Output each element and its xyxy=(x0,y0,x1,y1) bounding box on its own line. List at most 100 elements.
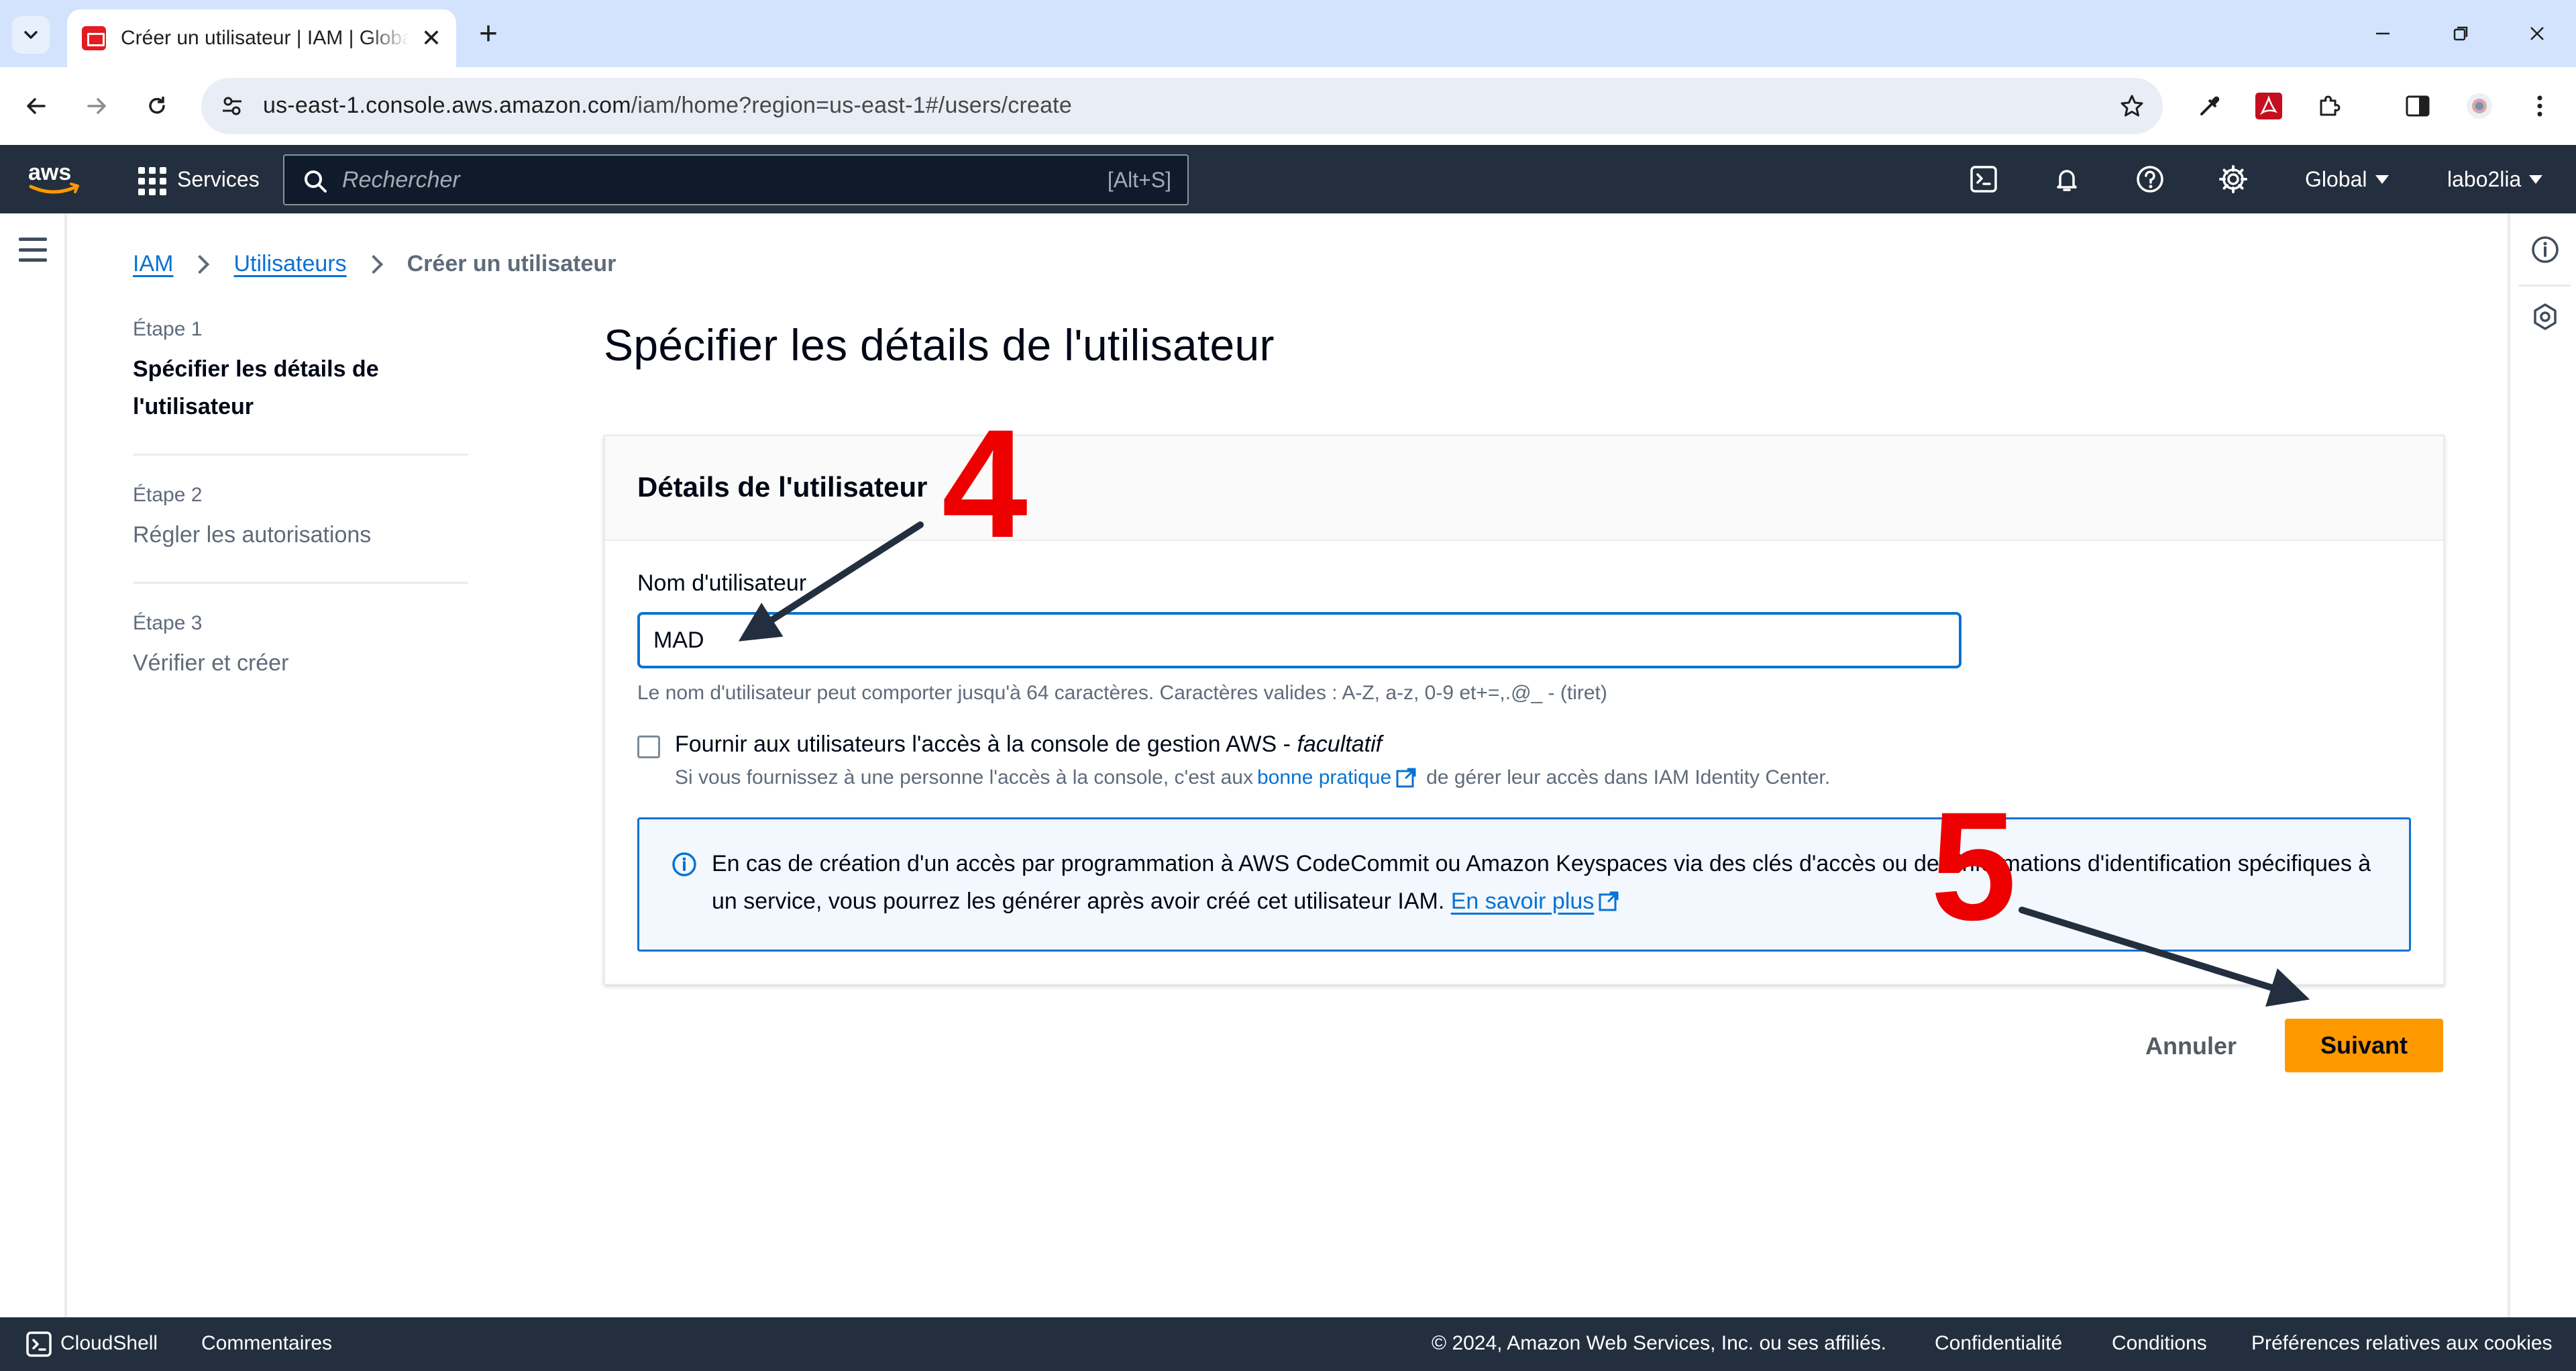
footer-privacy-link[interactable]: Confidentialité xyxy=(1935,1332,2062,1355)
breadcrumb-iam-link[interactable]: IAM xyxy=(133,251,173,277)
breadcrumb-current: Créer un utilisateur xyxy=(407,251,616,276)
notifications-bell-icon[interactable] xyxy=(2050,162,2084,196)
site-settings-icon[interactable] xyxy=(216,90,248,122)
search-icon xyxy=(305,170,327,193)
back-button[interactable] xyxy=(15,85,58,128)
footer-feedback-link[interactable]: Commentaires xyxy=(201,1332,332,1355)
search-shortcut-hint: [Alt+S] xyxy=(1107,168,1171,192)
region-label: Global xyxy=(2305,166,2367,191)
aws-logo-text: aws xyxy=(28,160,71,185)
close-window-button[interactable] xyxy=(2517,15,2557,52)
rail-divider xyxy=(2518,285,2571,287)
step-label: Étape 2 xyxy=(133,484,203,506)
user-details-container: Détails de l'utilisateur Nom d'utilisate… xyxy=(604,435,2445,985)
feedback-hexagon-icon[interactable] xyxy=(2529,301,2561,333)
iam-favicon-icon xyxy=(82,26,106,50)
profile-avatar[interactable] xyxy=(2458,85,2501,128)
best-practice-link[interactable]: bonne pratique xyxy=(1257,766,1391,789)
help-icon[interactable] xyxy=(2133,162,2167,196)
step-title: Vérifier et créer xyxy=(133,650,289,676)
settings-gear-icon[interactable] xyxy=(2216,162,2250,196)
restore-icon xyxy=(2453,26,2468,41)
username-field[interactable] xyxy=(637,612,1962,668)
bookmark-star-icon[interactable] xyxy=(2116,90,2148,122)
minimize-button[interactable] xyxy=(2363,15,2403,52)
eyedropper-extension-icon[interactable] xyxy=(2188,85,2231,128)
arrow-right-icon xyxy=(87,98,106,114)
breadcrumb-users-link[interactable]: Utilisateurs xyxy=(233,251,346,277)
minimize-icon xyxy=(2376,32,2390,35)
side-navigation-rail xyxy=(0,213,67,1317)
console-access-description: Si vous fournissez à une personne l'accè… xyxy=(675,766,1830,789)
main-content: IAM Utilisateurs Créer un utilisateur Ét… xyxy=(70,213,2508,1317)
username-label: Nom d'utilisateur xyxy=(637,570,807,596)
footer-copyright: © 2024, Amazon Web Services, Inc. ou ses… xyxy=(1432,1332,1887,1354)
tab-close-icon[interactable]: ✕ xyxy=(421,24,441,52)
desc-after: de gérer leur accès dans IAM Identity Ce… xyxy=(1426,766,1831,789)
aws-top-navigation: aws Services [Alt+S] Global labo2lia xyxy=(0,145,2576,213)
wizard-step-1[interactable]: Étape 1 Spécifier les détails de l'utili… xyxy=(133,318,468,456)
forward-button[interactable] xyxy=(75,85,118,128)
wizard-step-3[interactable]: Étape 3 Vérifier et créer xyxy=(133,612,468,710)
extensions-puzzle-icon[interactable] xyxy=(2308,85,2351,128)
learn-more-label: En savoir plus xyxy=(1450,888,1595,914)
learn-more-link[interactable]: En savoir plus xyxy=(1451,888,1595,914)
new-tab-button[interactable]: + xyxy=(470,15,507,52)
restore-button[interactable] xyxy=(2440,15,2481,52)
cancel-button[interactable]: Annuler xyxy=(2131,1020,2251,1072)
page-title: Spécifier les détails de l'utilisateur xyxy=(604,320,1275,370)
aws-logo[interactable]: aws xyxy=(27,158,83,199)
pdf-extension-icon[interactable] xyxy=(2247,85,2290,128)
services-label: Services xyxy=(177,166,260,191)
step-label: Étape 3 xyxy=(133,612,203,634)
browser-toolbar: us-east-1.console.aws.amazon.com/iam/hom… xyxy=(0,67,2576,145)
username-constraint-text: Le nom d'utilisateur peut comporter jusq… xyxy=(637,682,1607,704)
services-grid-icon xyxy=(136,164,166,195)
url-text: us-east-1.console.aws.amazon.com/iam/hom… xyxy=(263,93,1072,119)
arrow-left-icon xyxy=(27,98,46,114)
url-host: us-east-1.console.aws.amazon.com xyxy=(263,93,631,118)
search-input[interactable] xyxy=(342,162,1013,197)
console-access-checkbox[interactable] xyxy=(637,735,660,758)
footer-cookie-preferences-link[interactable]: Préférences relatives aux cookies xyxy=(2251,1332,2553,1355)
browser-tab-strip: Créer un utilisateur | IAM | Global ✕ + xyxy=(0,0,2576,67)
tools-rail xyxy=(2508,213,2576,1317)
reload-button[interactable] xyxy=(136,85,178,128)
account-label: labo2lia xyxy=(2447,166,2522,191)
desc-before: Si vous fournissez à une personne l'accè… xyxy=(675,766,1253,789)
menu-hamburger-icon[interactable] xyxy=(19,238,47,262)
browser-menu-icon[interactable] xyxy=(2518,85,2561,128)
chevron-right-icon xyxy=(364,254,383,274)
info-icon xyxy=(672,852,696,876)
breadcrumb: IAM Utilisateurs Créer un utilisateur xyxy=(133,251,616,277)
footer-cloudshell-link[interactable]: CloudShell xyxy=(60,1332,158,1355)
caret-down-icon xyxy=(2529,174,2543,184)
console-footer: CloudShell Commentaires © 2024, Amazon W… xyxy=(0,1317,2576,1371)
region-selector[interactable]: Global xyxy=(2305,162,2389,196)
chevron-down-icon xyxy=(24,31,38,39)
footer-terms-link[interactable]: Conditions xyxy=(2112,1332,2207,1355)
reload-icon xyxy=(149,97,165,114)
console-search-box[interactable]: [Alt+S] xyxy=(283,154,1189,205)
address-bar[interactable]: us-east-1.console.aws.amazon.com/iam/hom… xyxy=(201,78,2163,134)
container-title: Détails de l'utilisateur xyxy=(637,471,928,503)
console-access-label[interactable]: Fournir aux utilisateurs l'accès à la co… xyxy=(675,731,1382,758)
external-link-icon xyxy=(1599,891,1619,911)
side-panel-icon[interactable] xyxy=(2396,85,2439,128)
browser-tab-active[interactable]: Créer un utilisateur | IAM | Global ✕ xyxy=(67,9,456,67)
tab-search-button[interactable] xyxy=(12,16,50,54)
wizard-step-2[interactable]: Étape 2 Régler les autorisations xyxy=(133,484,468,584)
cloudshell-icon[interactable] xyxy=(1967,162,2000,196)
next-button[interactable]: Suivant xyxy=(2285,1019,2443,1072)
step-title: Spécifier les détails de l'utilisateur xyxy=(133,356,379,419)
external-link-icon xyxy=(1396,768,1416,788)
info-alert-text: En cas de création d'un accès par progra… xyxy=(712,845,2389,920)
wizard-steps: Étape 1 Spécifier les détails de l'utili… xyxy=(133,318,468,738)
annotation-number-4: 4 xyxy=(942,397,1028,570)
info-panel-icon[interactable] xyxy=(2529,234,2561,266)
services-menu[interactable]: Services xyxy=(136,161,260,197)
annotation-number-5: 5 xyxy=(1931,780,2017,952)
account-menu[interactable]: labo2lia xyxy=(2447,162,2543,196)
tab-title: Créer un utilisateur | IAM | Global xyxy=(121,27,409,49)
username-input[interactable] xyxy=(640,615,1959,666)
